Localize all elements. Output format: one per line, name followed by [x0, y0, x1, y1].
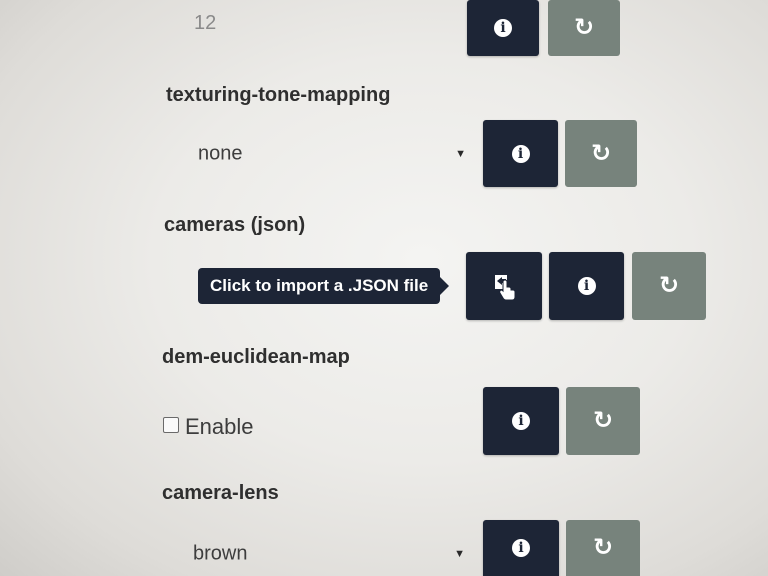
camera-lens-select[interactable]: brown ▼	[193, 526, 465, 576]
field-label-dem-euclidean-map: dem-euclidean-map	[162, 346, 350, 368]
enable-label[interactable]: Enable	[185, 414, 254, 440]
refresh-icon: ↻	[592, 407, 614, 434]
info-button[interactable]: i	[483, 120, 558, 187]
info-icon: i	[494, 19, 512, 37]
import-json-button[interactable]	[466, 252, 542, 320]
reset-button[interactable]: ↻	[548, 0, 620, 56]
texturing-tone-mapping-select[interactable]: none ▼	[198, 126, 466, 182]
info-button[interactable]: i	[549, 252, 624, 320]
field-label-cameras-json: cameras (json)	[164, 214, 306, 236]
refresh-icon: ↻	[590, 139, 612, 167]
field-label-texturing-tone-mapping: texturing-tone-mapping	[166, 84, 391, 106]
import-tooltip: Click to import a .JSON file	[198, 268, 441, 304]
refresh-icon: ↻	[592, 534, 614, 561]
info-icon: i	[511, 144, 530, 163]
info-button[interactable]: i	[483, 387, 559, 455]
select-value: brown	[193, 542, 248, 565]
import-hand-icon	[495, 275, 516, 301]
refresh-icon: ↻	[658, 272, 680, 299]
reset-button[interactable]: ↻	[632, 252, 706, 320]
info-icon: i	[512, 539, 530, 557]
chevron-down-icon: ▼	[454, 548, 465, 560]
info-icon: i	[577, 277, 596, 295]
tooltip-text: Click to import a .JSON file	[210, 276, 429, 295]
reset-button[interactable]: ↻	[566, 387, 640, 455]
enable-checkbox[interactable]	[163, 417, 179, 433]
reset-button[interactable]: ↻	[565, 120, 637, 187]
info-button[interactable]: i	[483, 520, 559, 576]
field-value-12[interactable]: 12	[194, 12, 216, 35]
reset-button[interactable]: ↻	[566, 520, 640, 576]
chevron-down-icon: ▼	[455, 148, 466, 160]
field-label-camera-lens: camera-lens	[162, 482, 279, 504]
info-button[interactable]: i	[467, 0, 539, 56]
info-icon: i	[512, 412, 530, 430]
refresh-icon: ↻	[573, 14, 595, 41]
select-value: none	[198, 142, 243, 165]
